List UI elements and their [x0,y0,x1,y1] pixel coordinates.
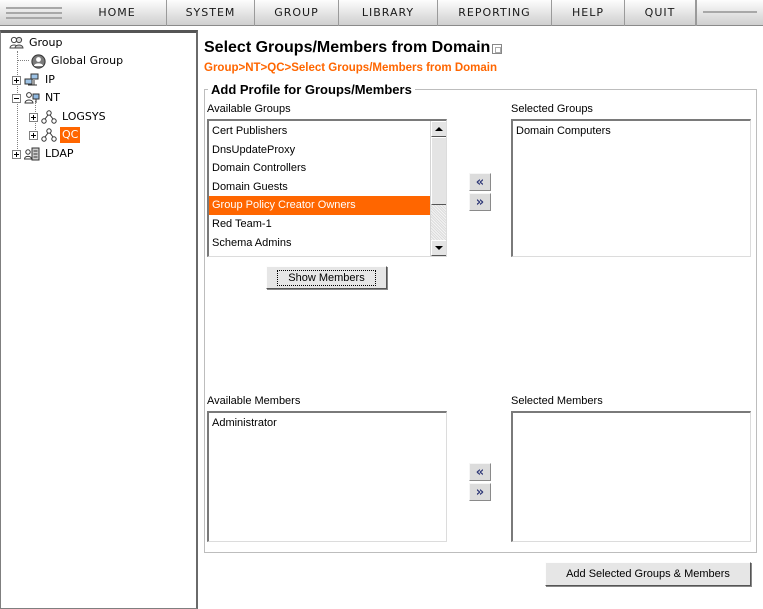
page-title: Select Groups/Members from Domain [204,39,503,57]
available-groups-scrollbar[interactable] [430,121,446,256]
menu-bar-tail [696,0,763,26]
add-selected-label: Add Selected Groups & Members [566,568,730,580]
menu-system[interactable]: SYSTEM [167,0,255,26]
group-option[interactable]: Domain Guests [209,178,430,197]
show-members-button[interactable]: Show Members [266,266,387,289]
group-option[interactable]: Cert Publishers [209,122,430,141]
expand-plus-icon[interactable] [12,75,21,85]
tree-connector [17,60,29,61]
menu-reporting[interactable]: REPORTING [438,0,552,26]
scrollbar-thumb[interactable] [431,137,446,205]
menu-group[interactable]: GROUP [255,0,339,26]
tree-node-qc[interactable]: QC [29,127,81,143]
menu-home[interactable]: HOME [68,0,167,26]
tree-node-ip[interactable]: IP [12,72,57,88]
domain-tree-icon [41,110,57,124]
tree-label-group: Group [29,36,63,49]
expand-plus-icon[interactable] [12,149,21,159]
selected-groups-options: Domain Computers [513,122,750,141]
expand-plus-icon[interactable] [29,130,38,140]
group-option-selected[interactable]: Group Policy Creator Owners [209,196,430,215]
users-group-icon [9,36,24,49]
tree-node-logsys[interactable]: LOGSYS [29,109,108,125]
add-group-button[interactable]: « [469,173,491,191]
help-icon[interactable] [492,44,503,54]
menu-help[interactable]: HELP [552,0,625,26]
menu-library[interactable]: LIBRARY [339,0,438,26]
group-option[interactable]: DnsUpdateProxy [209,141,430,160]
selected-members-list[interactable] [511,411,751,542]
top-menu-bar: HOME SYSTEM GROUP LIBRARY REPORTING HELP… [0,0,763,26]
network-computers-icon [24,73,39,86]
selected-groups-list[interactable]: Domain Computers [511,119,751,257]
selected-groups-label: Selected Groups [511,103,593,115]
arrow-down-icon [435,246,443,250]
page-title-text: Select Groups/Members from Domain [204,39,491,56]
menu-bar-grip [6,12,62,14]
tree-node-group[interactable]: Group [9,35,65,51]
add-selected-groups-members-button[interactable]: Add Selected Groups & Members [545,562,751,586]
domain-tree-icon [41,128,57,142]
available-groups-list[interactable]: Cert Publishers DnsUpdateProxy Domain Co… [207,119,447,257]
available-members-label: Available Members [207,395,301,407]
menu-bar-grip [6,7,62,9]
tree-label-ldap: LDAP [45,147,74,160]
expand-plus-icon[interactable] [29,112,38,122]
selected-members-label: Selected Members [511,395,603,407]
scroll-up-button[interactable] [431,121,446,137]
tree-label-nt: NT [45,91,60,104]
tree-node-nt[interactable]: NT [12,90,62,106]
arrow-up-icon [435,127,443,131]
tree-label-logsys: LOGSYS [62,110,106,123]
ldap-directory-icon [24,147,40,161]
global-group-icon [31,53,46,69]
scrollbar-track[interactable] [431,205,446,240]
show-members-label: Show Members [277,269,376,286]
available-members-options: Administrator [209,414,446,433]
remove-member-button[interactable]: » [469,483,491,501]
tree-label-global-group: Global Group [51,54,124,67]
menu-quit[interactable]: QUIT [625,0,696,26]
member-option[interactable]: Administrator [209,414,446,433]
nt-domain-icon [24,92,40,104]
collapse-minus-icon[interactable] [12,93,21,103]
remove-group-button[interactable]: » [469,193,491,211]
group-option[interactable]: Domain Controllers [209,159,430,178]
tree-label-ip: IP [45,73,55,86]
tree-label-qc: QC [60,127,81,143]
breadcrumb: Group>NT>QC>Select Groups/Members from D… [204,62,497,74]
available-members-list[interactable]: Administrator [207,411,447,542]
scroll-down-button[interactable] [431,240,446,256]
tree-node-global-group[interactable]: Global Group [31,53,125,69]
group-tree-panel: Group Global Group IP NT LOGSYS QC LDAP [0,30,198,609]
available-groups-label: Available Groups [207,103,291,115]
group-option[interactable]: Red Team-1 [209,215,430,234]
menu-bar-grip [6,17,62,19]
fieldset-legend: Add Profile for Groups/Members [211,82,412,97]
selected-group-option[interactable]: Domain Computers [513,122,750,141]
group-option[interactable]: Schema Admins [209,234,430,253]
tree-node-ldap[interactable]: LDAP [12,146,76,162]
available-groups-options: Cert Publishers DnsUpdateProxy Domain Co… [209,122,430,252]
add-member-button[interactable]: « [469,463,491,481]
